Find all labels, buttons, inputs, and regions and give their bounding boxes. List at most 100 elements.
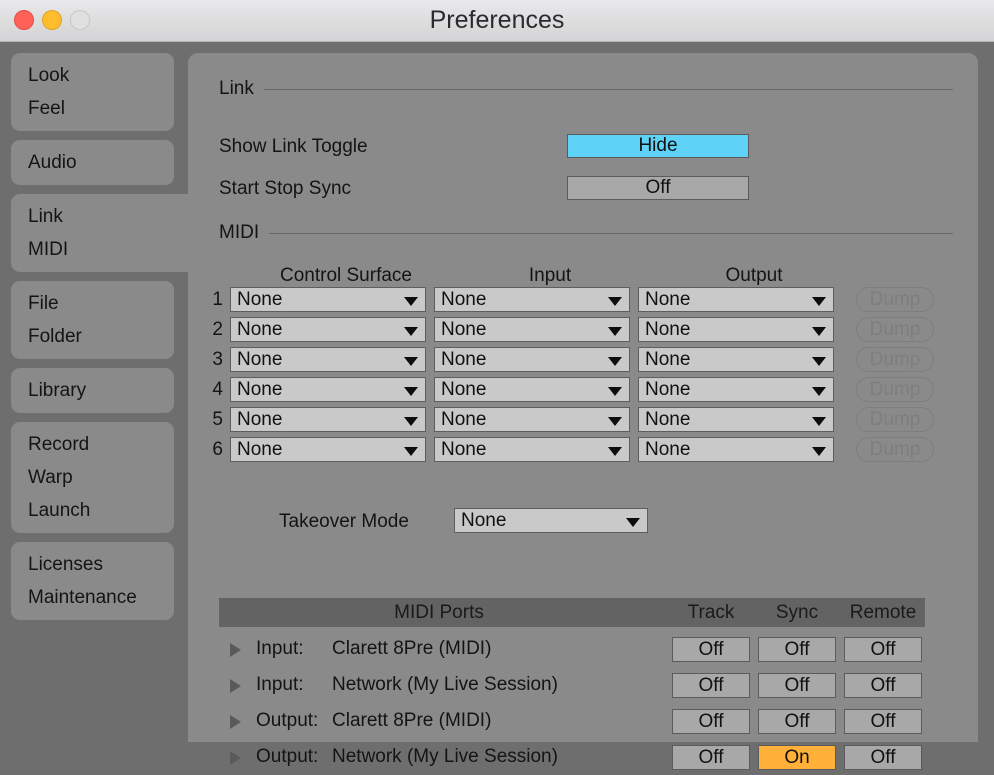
midi-port-direction: Input:: [256, 631, 304, 667]
chevron-down-icon: [812, 327, 826, 336]
sidebar-item-folder[interactable]: Folder: [11, 320, 174, 353]
midi-port-sync-toggle[interactable]: On: [758, 745, 836, 770]
dropdown-output-row-3[interactable]: None: [638, 347, 834, 372]
chevron-down-icon: [608, 417, 622, 426]
dropdown-value: None: [237, 438, 282, 461]
link-section-label: Link: [219, 78, 254, 100]
midi-port-track-toggle[interactable]: Off: [672, 637, 750, 662]
dropdown-control-surface-row-5[interactable]: None: [230, 407, 426, 432]
midi-port-remote-toggle[interactable]: Off: [844, 673, 922, 698]
sidebar-item-feel[interactable]: Feel: [11, 92, 174, 125]
dropdown-control-surface-row-3[interactable]: None: [230, 347, 426, 372]
dropdown-value: None: [645, 408, 690, 431]
dump-button-row-1[interactable]: Dump: [856, 287, 934, 312]
midi-ports-table-header: MIDI Ports Track Sync Remote: [219, 598, 925, 627]
midi-port-track-toggle[interactable]: Off: [672, 673, 750, 698]
disclosure-triangle-icon[interactable]: [230, 751, 241, 765]
dump-button-row-2[interactable]: Dump: [856, 317, 934, 342]
midi-port-row: Output: Network (My Live Session) Off On Off: [219, 739, 925, 775]
dropdown-output-row-4[interactable]: None: [638, 377, 834, 402]
dropdown-value: None: [237, 378, 282, 401]
sidebar-item-audio[interactable]: Audio: [11, 146, 174, 179]
midi-port-remote-toggle[interactable]: Off: [844, 709, 922, 734]
dropdown-input-row-3[interactable]: None: [434, 347, 630, 372]
midi-port-row: Output:Clarett 8Pre (MIDI)OffOffOff: [219, 703, 925, 739]
control-surface-row-index: 1: [207, 289, 223, 311]
dropdown-value: None: [237, 408, 282, 431]
takeover-mode-label: Takeover Mode: [279, 511, 409, 533]
sidebar-item-midi[interactable]: MIDI: [11, 233, 201, 266]
column-header-control-surface: Control Surface: [246, 265, 446, 287]
sidebar-item-library[interactable]: Library: [11, 374, 174, 407]
preferences-sidebar: LookFeelAudioLinkMIDIFileFolderLibraryRe…: [0, 42, 188, 742]
show-link-toggle-label: Show Link Toggle: [219, 136, 368, 158]
column-header-track: Track: [672, 598, 750, 627]
sidebar-item-file[interactable]: File: [11, 287, 174, 320]
dropdown-control-surface-row-2[interactable]: None: [230, 317, 426, 342]
dump-button-row-3[interactable]: Dump: [856, 347, 934, 372]
midi-port-sync-toggle[interactable]: Off: [758, 709, 836, 734]
midi-section-heading: MIDI: [219, 222, 953, 244]
dropdown-value: None: [645, 348, 690, 371]
sidebar-item-record[interactable]: Record: [11, 428, 174, 461]
sidebar-group-4: Library: [11, 368, 174, 413]
chevron-down-icon: [404, 297, 418, 306]
sidebar-item-launch[interactable]: Launch: [11, 494, 174, 527]
window-title: Preferences: [0, 0, 994, 42]
sidebar-group-0: LookFeel: [11, 53, 174, 131]
midi-port-sync-toggle[interactable]: Off: [758, 673, 836, 698]
midi-port-name: Clarett 8Pre (MIDI): [332, 631, 491, 667]
sidebar-group-5: RecordWarpLaunch: [11, 422, 174, 533]
dropdown-output-row-5[interactable]: None: [638, 407, 834, 432]
dropdown-input-row-5[interactable]: None: [434, 407, 630, 432]
column-header-input: Input: [450, 265, 650, 287]
sidebar-item-warp[interactable]: Warp: [11, 461, 174, 494]
chevron-down-icon: [608, 327, 622, 336]
takeover-mode-dropdown[interactable]: None: [454, 508, 648, 533]
link-section-heading: Link: [219, 78, 953, 100]
dropdown-input-row-2[interactable]: None: [434, 317, 630, 342]
dropdown-output-row-1[interactable]: None: [638, 287, 834, 312]
midi-port-sync-toggle[interactable]: Off: [758, 637, 836, 662]
column-header-sync: Sync: [758, 598, 836, 627]
dropdown-value: None: [645, 288, 690, 311]
disclosure-triangle-icon[interactable]: [230, 643, 241, 657]
dropdown-input-row-4[interactable]: None: [434, 377, 630, 402]
dropdown-value: None: [645, 318, 690, 341]
midi-ports-title: MIDI Ports: [219, 598, 659, 627]
show-link-toggle-button[interactable]: Hide: [567, 134, 749, 158]
midi-port-track-toggle[interactable]: Off: [672, 709, 750, 734]
sidebar-item-link[interactable]: Link: [11, 200, 201, 233]
sidebar-item-maintenance[interactable]: Maintenance: [11, 581, 174, 614]
dropdown-control-surface-row-4[interactable]: None: [230, 377, 426, 402]
column-header-output: Output: [654, 265, 854, 287]
dropdown-value: None: [441, 348, 486, 371]
sidebar-group-1: Audio: [11, 140, 174, 185]
midi-port-direction: Input:: [256, 667, 304, 703]
midi-port-name: Network (My Live Session): [332, 739, 558, 775]
disclosure-triangle-icon[interactable]: [230, 679, 241, 693]
chevron-down-icon: [404, 447, 418, 456]
dropdown-input-row-6[interactable]: None: [434, 437, 630, 462]
dump-button-row-5[interactable]: Dump: [856, 407, 934, 432]
midi-port-track-toggle[interactable]: Off: [672, 745, 750, 770]
start-stop-sync-button[interactable]: Off: [567, 176, 749, 200]
midi-port-remote-toggle[interactable]: Off: [844, 637, 922, 662]
midi-section-rule: [269, 233, 953, 234]
dropdown-control-surface-row-6[interactable]: None: [230, 437, 426, 462]
sidebar-item-licenses[interactable]: Licenses: [11, 548, 174, 581]
sidebar-item-look[interactable]: Look: [11, 59, 174, 92]
dump-button-row-4[interactable]: Dump: [856, 377, 934, 402]
dropdown-control-surface-row-1[interactable]: None: [230, 287, 426, 312]
sidebar-group-3: FileFolder: [11, 281, 174, 359]
dropdown-input-row-1[interactable]: None: [434, 287, 630, 312]
midi-port-direction: Output:: [256, 739, 318, 775]
dropdown-value: None: [441, 318, 486, 341]
start-stop-sync-label: Start Stop Sync: [219, 178, 351, 200]
dropdown-output-row-2[interactable]: None: [638, 317, 834, 342]
dump-button-row-6[interactable]: Dump: [856, 437, 934, 462]
disclosure-triangle-icon[interactable]: [230, 715, 241, 729]
chevron-down-icon: [812, 297, 826, 306]
midi-port-remote-toggle[interactable]: Off: [844, 745, 922, 770]
dropdown-output-row-6[interactable]: None: [638, 437, 834, 462]
